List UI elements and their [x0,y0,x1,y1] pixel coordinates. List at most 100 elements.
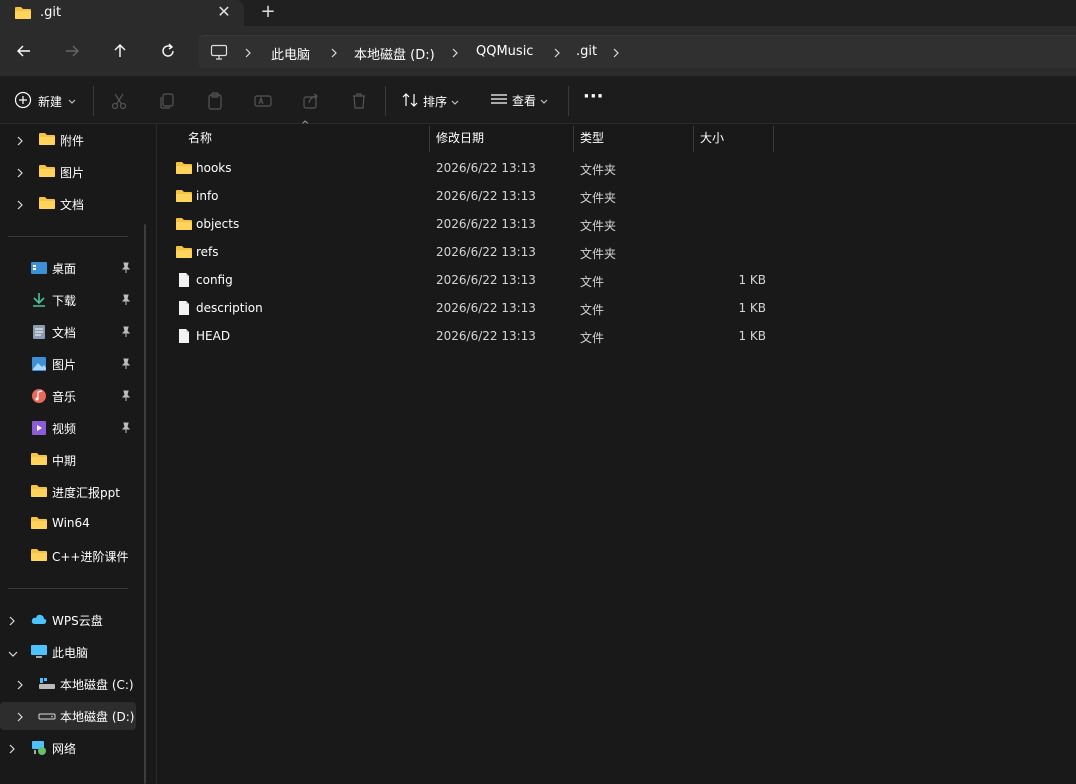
sidebar-item-network[interactable]: 网络 [0,734,136,762]
sidebar-item-drive-c[interactable]: 本地磁盘 (C:) [0,670,136,698]
pin-icon[interactable] [121,358,131,373]
sidebar-item-downloads[interactable]: 下载 [0,286,136,314]
chevron-right-icon[interactable] [16,167,24,181]
sidebar-item-label: 桌面 [52,262,77,276]
view-list-icon [490,92,508,109]
column-divider[interactable] [773,126,774,152]
file-icon [177,300,191,319]
sidebar-item-label: C++进阶课件 [52,550,129,564]
more-options-button[interactable]: ··· [583,86,604,107]
new-button[interactable]: 新建 [14,91,76,111]
breadcrumb-this-pc[interactable]: 此电脑 [271,44,310,63]
chevron-right-icon[interactable] [244,47,252,61]
sidebar-item-label: 中期 [52,454,77,468]
sidebar-item-desktop[interactable]: 桌面 [0,254,136,282]
file-row[interactable]: objects 2026/6/22 13:13 文件夹 [157,211,1076,239]
download-icon [30,292,48,311]
file-row[interactable]: HEAD 2026/6/22 13:13 文件 1 KB [157,323,1076,351]
file-type: 文件 [580,275,605,289]
sidebar-item-label: 音乐 [52,390,77,404]
sidebar-item-label: Win64 [52,516,90,530]
chevron-right-icon[interactable] [451,47,459,61]
sidebar-item-this-pc[interactable]: 此电脑 [0,638,136,666]
sidebar-item-label: 文档 [52,326,77,340]
sidebar-item-win64[interactable]: Win64 [0,510,136,538]
file-name: HEAD [196,329,231,343]
sidebar-item-drive-d[interactable]: 本地磁盘 (D:) [0,702,136,730]
share-icon[interactable] [301,91,321,111]
address-bar[interactable]: 此电脑 本地磁盘 (D:) QQMusic .git [198,35,1076,68]
pin-icon[interactable] [121,262,131,277]
forward-arrow-icon[interactable] [61,40,83,62]
chevron-right-icon[interactable] [16,199,24,213]
pin-icon[interactable] [121,326,131,341]
column-header-type[interactable]: 类型 [574,124,692,152]
file-size: 1 KB [738,301,766,315]
sidebar-item-pictures[interactable]: 图片 [0,350,136,378]
view-button[interactable]: 查看 [490,92,548,109]
sidebar-item-midterm[interactable]: 中期 [0,446,136,474]
sort-button[interactable]: 排序 [401,92,459,111]
chevron-down-icon[interactable] [8,647,18,661]
column-header-name[interactable]: 名称 [182,124,428,152]
document-icon [30,324,48,343]
file-type: 文件 [580,303,605,317]
toolbar-divider [385,86,386,116]
chevron-right-icon[interactable] [16,135,24,149]
tab-git[interactable]: .git ✕ [0,0,244,26]
file-name: objects [196,217,240,231]
sidebar-scrollbar[interactable] [144,224,146,784]
sidebar-item-music[interactable]: 音乐 [0,382,136,410]
breadcrumb-drive-d[interactable]: 本地磁盘 (D:) [354,44,435,63]
paste-icon[interactable] [205,91,225,111]
up-arrow-icon[interactable] [109,40,131,62]
chevron-right-icon[interactable] [8,743,16,757]
sidebar-item-attachments[interactable]: 附件 [0,126,136,154]
computer-icon [210,44,228,63]
folder-icon [38,164,56,181]
file-name: refs [196,245,219,259]
chevron-right-icon[interactable] [330,47,338,61]
new-tab-button[interactable]: + [258,2,278,22]
file-type: 文件 [580,331,605,345]
delete-icon[interactable] [349,91,369,111]
chevron-right-icon[interactable] [553,47,561,61]
chevron-right-icon[interactable] [8,615,16,629]
cut-icon[interactable] [109,91,129,111]
sidebar-item-cpp-courseware[interactable]: C++进阶课件 [0,542,136,570]
pin-icon[interactable] [121,422,131,437]
music-icon [30,388,48,407]
back-arrow-icon[interactable] [13,40,35,62]
copy-icon[interactable] [157,91,177,111]
file-row[interactable]: refs 2026/6/22 13:13 文件夹 [157,239,1076,267]
folder-icon [175,217,193,234]
rename-icon[interactable] [253,91,273,111]
column-header-size[interactable]: 大小 [694,124,772,152]
breadcrumb-git[interactable]: .git [576,44,597,59]
sidebar-item-documents[interactable]: 文档 [0,318,136,346]
plus-circle-icon [14,91,32,112]
refresh-icon[interactable] [157,40,179,62]
sidebar-item-documents-folder[interactable]: 文档 [0,190,136,218]
file-type: 文件夹 [580,191,617,205]
sidebar-item-progress-ppt[interactable]: 进度汇报ppt [0,478,136,506]
chevron-right-icon[interactable] [16,679,24,693]
sidebar-item-label: 视频 [52,422,77,436]
navigation-pane: 附件 图片 文档 桌面 下载 文档 图片 音乐 视频 中期 进度汇报ppt Wi… [0,124,146,784]
file-row[interactable]: hooks 2026/6/22 13:13 文件夹 [157,155,1076,183]
folder-icon [30,516,48,533]
chevron-right-icon[interactable] [16,711,24,725]
breadcrumb-qqmusic[interactable]: QQMusic [476,44,533,59]
file-row[interactable]: description 2026/6/22 13:13 文件 1 KB [157,295,1076,323]
file-size: 1 KB [738,329,766,343]
pin-icon[interactable] [121,294,131,309]
file-row[interactable]: info 2026/6/22 13:13 文件夹 [157,183,1076,211]
file-row[interactable]: config 2026/6/22 13:13 文件 1 KB [157,267,1076,295]
sidebar-item-videos[interactable]: 视频 [0,414,136,442]
close-icon[interactable]: ✕ [216,3,232,21]
sidebar-item-pictures-folder[interactable]: 图片 [0,158,136,186]
pin-icon[interactable] [121,390,131,405]
sidebar-item-wps-cloud[interactable]: WPS云盘 [0,606,136,634]
chevron-right-icon[interactable] [612,47,620,61]
column-header-modified[interactable]: 修改日期 [430,124,572,152]
